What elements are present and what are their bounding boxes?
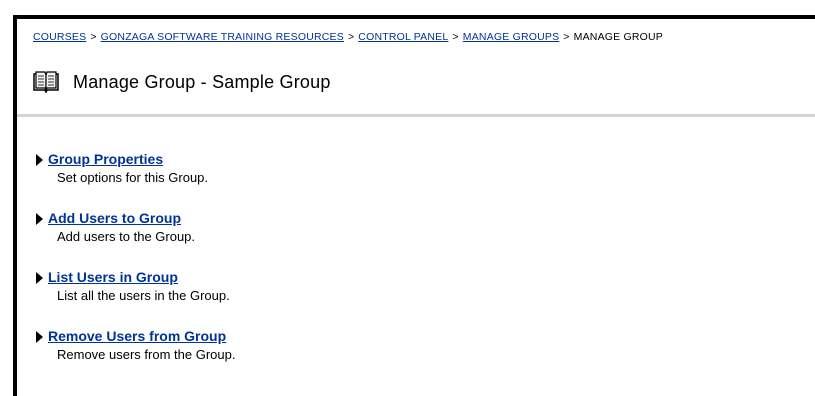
arrow-right-icon — [36, 154, 43, 166]
breadcrumb-separator: > — [452, 31, 459, 43]
arrow-right-icon — [36, 331, 43, 343]
breadcrumb-separator: > — [90, 31, 97, 43]
menu-item-description: Set options for this Group. — [57, 170, 209, 185]
remove-users-from-group-link[interactable]: Remove Users from Group — [48, 328, 226, 344]
content-frame: COURSES > GONZAGA SOFTWARE TRAINING RESOUR… — [13, 15, 815, 396]
breadcrumb-separator: > — [347, 31, 355, 43]
group-properties-link[interactable]: Group Properties — [48, 151, 163, 167]
menu-item-description: List all the users in the Group. — [57, 288, 230, 303]
menu-item-description: Add users to the Group. — [57, 229, 196, 244]
page-header: Manage Group - Sample Group — [33, 71, 331, 93]
breadcrumb-link-manage-groups[interactable]: MANAGE GROUPS — [463, 31, 560, 43]
arrow-right-icon — [36, 272, 43, 284]
book-icon — [33, 71, 59, 93]
breadcrumb-current: MANAGE GROUP — [573, 31, 663, 43]
arrow-right-icon — [36, 213, 43, 225]
breadcrumb: COURSES > GONZAGA SOFTWARE TRAINING RESOUR… — [33, 31, 663, 43]
add-users-to-group-link[interactable]: Add Users to Group — [48, 210, 181, 226]
breadcrumb-link-gonzaga-software-training-resources[interactable]: GONZAGA SOFTWARE TRAINING RESOURCES — [101, 31, 344, 43]
page-title: Manage Group - Sample Group — [73, 71, 331, 92]
breadcrumb-link-control-panel[interactable]: CONTROL PANEL — [358, 31, 448, 43]
breadcrumb-separator: > — [563, 31, 570, 43]
breadcrumb-link-courses[interactable]: COURSES — [33, 31, 86, 43]
menu-item-description: Remove users from the Group. — [57, 347, 236, 362]
header-divider — [17, 114, 815, 117]
list-users-in-group-link[interactable]: List Users in Group — [48, 269, 178, 285]
